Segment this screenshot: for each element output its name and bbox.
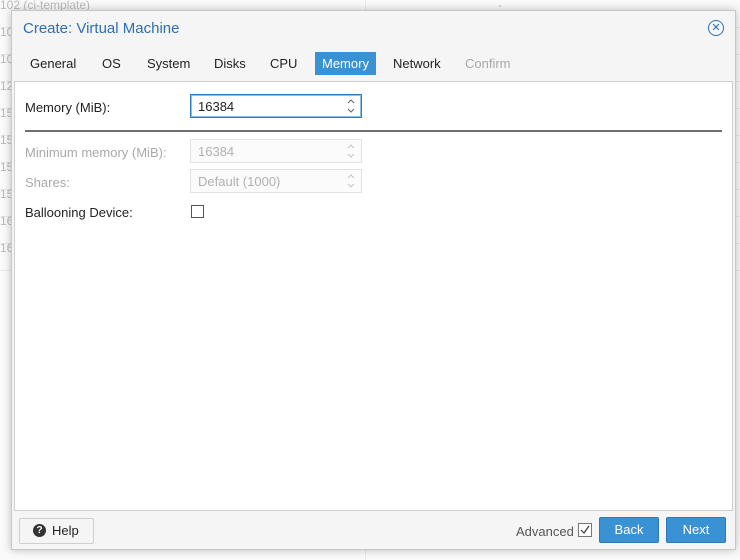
spinner-icon bbox=[347, 144, 355, 158]
tab-network[interactable]: Network bbox=[386, 52, 448, 75]
tab-memory[interactable]: Memory bbox=[315, 52, 376, 75]
next-button[interactable]: Next bbox=[666, 517, 726, 543]
tab-general[interactable]: General bbox=[23, 52, 83, 75]
shares-label: Shares: bbox=[25, 175, 70, 190]
min-memory-input: 16384 bbox=[190, 139, 362, 163]
close-icon[interactable]: ✕ bbox=[708, 20, 724, 36]
tab-confirm: Confirm bbox=[465, 56, 511, 71]
advanced-label: Advanced bbox=[516, 524, 574, 539]
memory-label: Memory (MiB): bbox=[25, 100, 111, 115]
spinner-icon[interactable] bbox=[347, 97, 355, 115]
help-button[interactable]: ? Help bbox=[19, 518, 94, 544]
ballooning-checkbox[interactable] bbox=[191, 205, 204, 218]
help-label: Help bbox=[52, 523, 79, 538]
advanced-checkbox[interactable] bbox=[578, 523, 592, 537]
tab-cpu[interactable]: CPU bbox=[263, 52, 304, 75]
help-icon: ? bbox=[33, 524, 46, 537]
tab-os[interactable]: OS bbox=[95, 52, 128, 75]
memory-value: 16384 bbox=[198, 99, 235, 114]
memory-panel: Memory (MiB): 16384 Minimum memory (MiB)… bbox=[14, 81, 733, 511]
memory-input[interactable]: 16384 bbox=[190, 94, 362, 118]
min-memory-label: Minimum memory (MiB): bbox=[25, 145, 167, 160]
back-button[interactable]: Back bbox=[599, 517, 659, 543]
dialog-footer: ? Help Advanced Back Next bbox=[12, 515, 735, 549]
tab-system[interactable]: System bbox=[140, 52, 197, 75]
ballooning-label: Ballooning Device: bbox=[25, 205, 133, 220]
section-divider bbox=[25, 130, 722, 132]
min-memory-value: 16384 bbox=[198, 144, 235, 159]
shares-input: Default (1000) bbox=[190, 169, 362, 193]
dialog-title: Create: Virtual Machine bbox=[23, 20, 180, 37]
tab-disks[interactable]: Disks bbox=[207, 52, 253, 75]
create-vm-dialog: Create: Virtual Machine ✕ General OS Sys… bbox=[11, 10, 736, 550]
shares-value: Default (1000) bbox=[198, 174, 281, 189]
spinner-icon bbox=[347, 174, 355, 188]
